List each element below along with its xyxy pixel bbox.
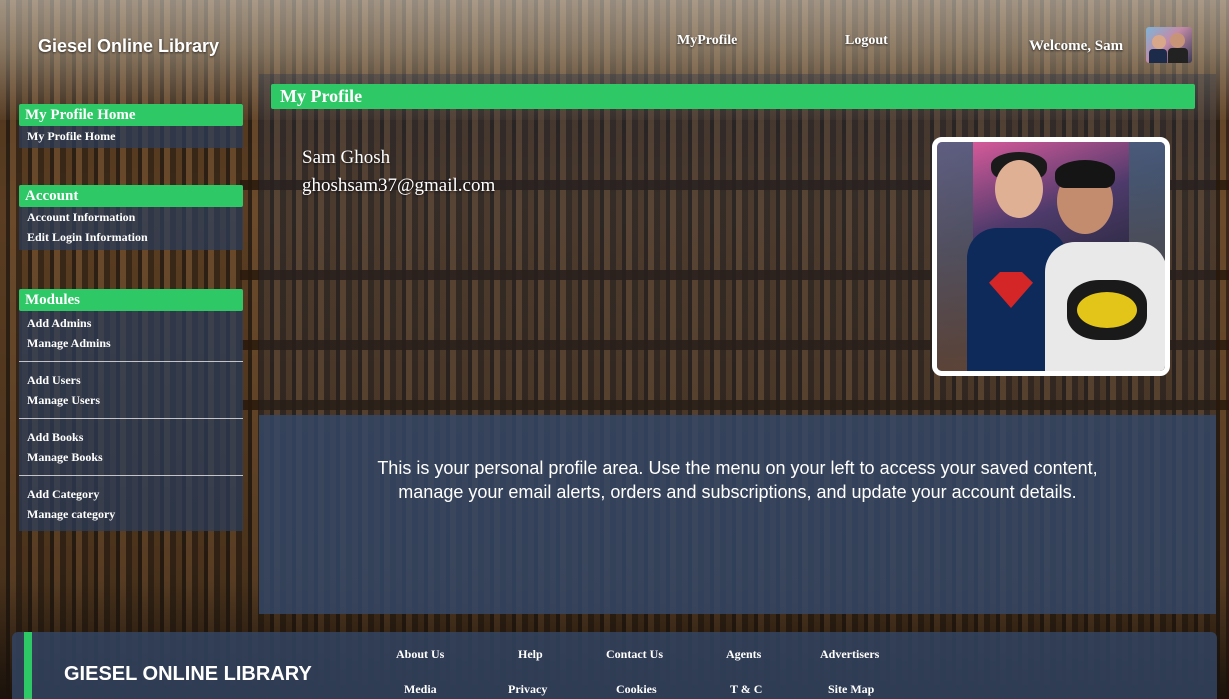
sidebar-divider: [19, 475, 243, 476]
info-text: This is your personal profile area. Use …: [279, 456, 1196, 504]
sidebar-item-add-books[interactable]: Add Books: [19, 427, 243, 447]
sidebar-heading[interactable]: Account: [19, 185, 243, 207]
sidebar-item-manage-admins[interactable]: Manage Admins: [19, 333, 243, 353]
welcome-text: Welcome, Sam: [1029, 38, 1124, 54]
profile-photo: [932, 137, 1170, 376]
sidebar-item-manage-users[interactable]: Manage Users: [19, 390, 243, 410]
footer-link-media[interactable]: Media: [404, 682, 437, 697]
sidebar-item-manage-books[interactable]: Manage Books: [19, 447, 243, 467]
footer-link-terms[interactable]: T & C: [730, 682, 762, 697]
footer-accent-bar: [24, 632, 32, 699]
footer-link-cookies[interactable]: Cookies: [616, 682, 657, 697]
footer-link-site-map[interactable]: Site Map: [828, 682, 874, 697]
page-title: My Profile: [280, 86, 363, 106]
sidebar-divider: [19, 418, 243, 419]
avatar-figure: [1168, 48, 1188, 63]
sidebar-section-profile: My Profile Home My Profile Home: [19, 104, 243, 148]
page-title-bar: My Profile: [271, 84, 1195, 109]
nav-myprofile-link[interactable]: MyProfile: [677, 33, 737, 49]
info-box: This is your personal profile area. Use …: [259, 415, 1216, 614]
user-email: ghoshsam37@gmail.com: [302, 175, 496, 196]
sidebar-item-edit-login-information[interactable]: Edit Login Information: [19, 227, 243, 247]
sidebar-heading[interactable]: Modules: [19, 289, 243, 311]
photo-figure: [995, 160, 1043, 218]
footer-link-about-us[interactable]: About Us: [396, 647, 444, 662]
site-brand[interactable]: Giesel Online Library: [38, 36, 219, 57]
sidebar-section-account: Account Account Information Edit Login I…: [19, 185, 243, 250]
info-text-line: This is your personal profile area. Use …: [377, 458, 1098, 478]
sidebar-item-manage-category[interactable]: Manage category: [19, 504, 243, 524]
footer-link-contact-us[interactable]: Contact Us: [606, 647, 663, 662]
user-avatar-icon[interactable]: [1146, 27, 1192, 63]
avatar-figure: [1170, 33, 1185, 48]
footer-link-agents[interactable]: Agents: [726, 647, 761, 662]
sidebar-item-add-users[interactable]: Add Users: [19, 370, 243, 390]
nav-logout-link[interactable]: Logout: [845, 33, 888, 49]
user-name: Sam Ghosh: [302, 147, 391, 168]
footer-link-privacy[interactable]: Privacy: [508, 682, 547, 697]
footer-brand: GIESEL ONLINE LIBRARY: [64, 663, 312, 685]
avatar-figure: [1149, 49, 1167, 63]
sidebar-item-add-category[interactable]: Add Category: [19, 484, 243, 504]
footer-link-help[interactable]: Help: [518, 647, 543, 662]
site-footer: GIESEL ONLINE LIBRARY About Us Help Cont…: [12, 632, 1217, 699]
sidebar-section-modules: Modules Add Admins Manage Admins Add Use…: [19, 289, 243, 531]
sidebar-item-add-admins[interactable]: Add Admins: [19, 313, 243, 333]
photo-shirt-logo: [1077, 292, 1137, 328]
info-text-line: manage your email alerts, orders and sub…: [398, 482, 1077, 502]
main-panel: My Profile Sam Ghosh ghoshsam37@gmail.co…: [259, 74, 1216, 614]
photo-figure: [1055, 160, 1115, 188]
footer-link-advertisers[interactable]: Advertisers: [820, 647, 879, 662]
sidebar-divider: [19, 361, 243, 362]
site-header: Giesel Online Library MyProfile Logout W…: [0, 0, 1229, 70]
sidebar-item-account-information[interactable]: Account Information: [19, 207, 243, 227]
sidebar-heading[interactable]: My Profile Home: [19, 104, 243, 126]
avatar-figure: [1152, 35, 1166, 49]
sidebar-item-my-profile-home[interactable]: My Profile Home: [19, 126, 243, 146]
